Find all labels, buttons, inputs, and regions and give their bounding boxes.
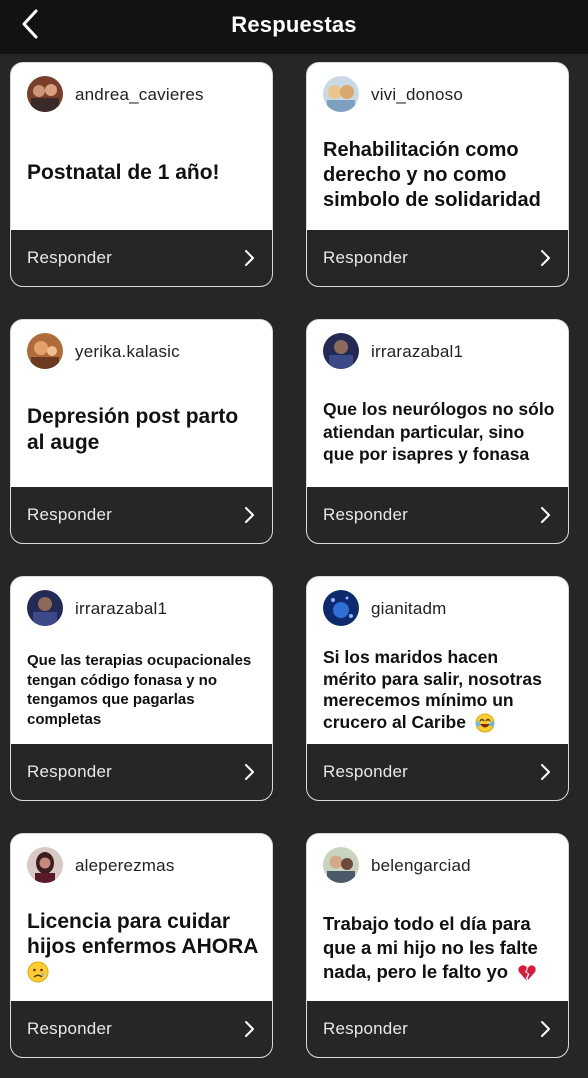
respond-label: Responder bbox=[27, 248, 112, 267]
response-card: irrarazabal1 Que las terapias ocupaciona… bbox=[10, 576, 273, 801]
avatar[interactable] bbox=[27, 333, 63, 369]
card-body: andrea_cavieres Postnatal de 1 año! bbox=[11, 63, 272, 232]
card-body: belengarciad Trabajo todo el día para qu… bbox=[307, 834, 568, 1003]
username[interactable]: irrarazabal1 bbox=[371, 342, 463, 362]
chevron-right-icon bbox=[541, 764, 550, 780]
response-text: Que los neurólogos no sólo atiendan part… bbox=[323, 399, 555, 465]
avatar[interactable] bbox=[323, 76, 359, 112]
card-body: aleperezmas Licencia para cuidar hijos e… bbox=[11, 834, 272, 1003]
username[interactable]: vivi_donoso bbox=[371, 85, 463, 105]
username[interactable]: belengarciad bbox=[371, 856, 471, 876]
response-card: irrarazabal1 Que los neurólogos no sólo … bbox=[306, 319, 569, 544]
respond-button[interactable]: Responder bbox=[307, 230, 568, 286]
chevron-right-icon bbox=[245, 250, 254, 266]
respond-label: Responder bbox=[323, 248, 408, 267]
avatar[interactable] bbox=[323, 847, 359, 883]
response-text: Postnatal de 1 año! bbox=[27, 161, 220, 184]
avatar[interactable] bbox=[27, 590, 63, 626]
chevron-right-icon bbox=[541, 250, 550, 266]
card-body: irrarazabal1 Que las terapias ocupaciona… bbox=[11, 577, 272, 746]
avatar[interactable] bbox=[27, 847, 63, 883]
respond-label: Responder bbox=[27, 1019, 112, 1038]
respond-label: Responder bbox=[323, 1019, 408, 1038]
chevron-right-icon bbox=[245, 507, 254, 523]
chevron-right-icon bbox=[541, 507, 550, 523]
broken-heart-emoji-icon bbox=[518, 965, 536, 982]
respond-button[interactable]: Responder bbox=[11, 744, 272, 800]
respond-button[interactable]: Responder bbox=[11, 487, 272, 543]
respond-button[interactable]: Responder bbox=[11, 1001, 272, 1057]
username[interactable]: irrarazabal1 bbox=[75, 599, 167, 619]
respond-label: Responder bbox=[323, 762, 408, 781]
card-body: yerika.kalasic Depresión post parto al a… bbox=[11, 320, 272, 489]
username[interactable]: aleperezmas bbox=[75, 856, 175, 876]
respond-button[interactable]: Responder bbox=[307, 1001, 568, 1057]
card-body: irrarazabal1 Que los neurólogos no sólo … bbox=[307, 320, 568, 489]
username[interactable]: andrea_cavieres bbox=[75, 85, 204, 105]
response-card: gianitadm Si los maridos hacen mérito pa… bbox=[306, 576, 569, 801]
respond-button[interactable]: Responder bbox=[307, 744, 568, 800]
chevron-right-icon bbox=[245, 1021, 254, 1037]
response-text: Si los maridos hacen mérito para salir, … bbox=[323, 647, 542, 733]
card-body: vivi_donoso Rehabilitación como derecho … bbox=[307, 63, 568, 232]
crying-emoji-icon bbox=[27, 961, 49, 983]
response-text: Rehabilitación como derecho y no como si… bbox=[323, 138, 541, 211]
response-text: Trabajo todo el día para que a mi hijo n… bbox=[323, 913, 538, 982]
responses-grid: andrea_cavieres Postnatal de 1 año! Resp… bbox=[0, 0, 588, 1078]
respond-button[interactable]: Responder bbox=[307, 487, 568, 543]
response-card: belengarciad Trabajo todo el día para qu… bbox=[306, 833, 569, 1058]
avatar[interactable] bbox=[27, 76, 63, 112]
response-card: aleperezmas Licencia para cuidar hijos e… bbox=[10, 833, 273, 1058]
card-body: gianitadm Si los maridos hacen mérito pa… bbox=[307, 577, 568, 746]
avatar[interactable] bbox=[323, 590, 359, 626]
response-card: andrea_cavieres Postnatal de 1 año! Resp… bbox=[10, 62, 273, 287]
laughing-crying-emoji-icon bbox=[475, 713, 495, 733]
respond-label: Responder bbox=[323, 505, 408, 524]
respond-label: Responder bbox=[27, 505, 112, 524]
username[interactable]: gianitadm bbox=[371, 599, 447, 619]
response-text: Depresión post parto al auge bbox=[27, 405, 239, 454]
avatar[interactable] bbox=[323, 333, 359, 369]
response-text: Que las terapias ocupacionales tengan có… bbox=[27, 652, 252, 728]
username[interactable]: yerika.kalasic bbox=[75, 342, 180, 362]
chevron-right-icon bbox=[541, 1021, 550, 1037]
response-text: Licencia para cuidar hijos enfermos AHOR… bbox=[27, 904, 260, 988]
response-card: yerika.kalasic Depresión post parto al a… bbox=[10, 319, 273, 544]
respond-label: Responder bbox=[27, 762, 112, 781]
response-card: vivi_donoso Rehabilitación como derecho … bbox=[306, 62, 569, 287]
respond-button[interactable]: Responder bbox=[11, 230, 272, 286]
chevron-right-icon bbox=[245, 764, 254, 780]
